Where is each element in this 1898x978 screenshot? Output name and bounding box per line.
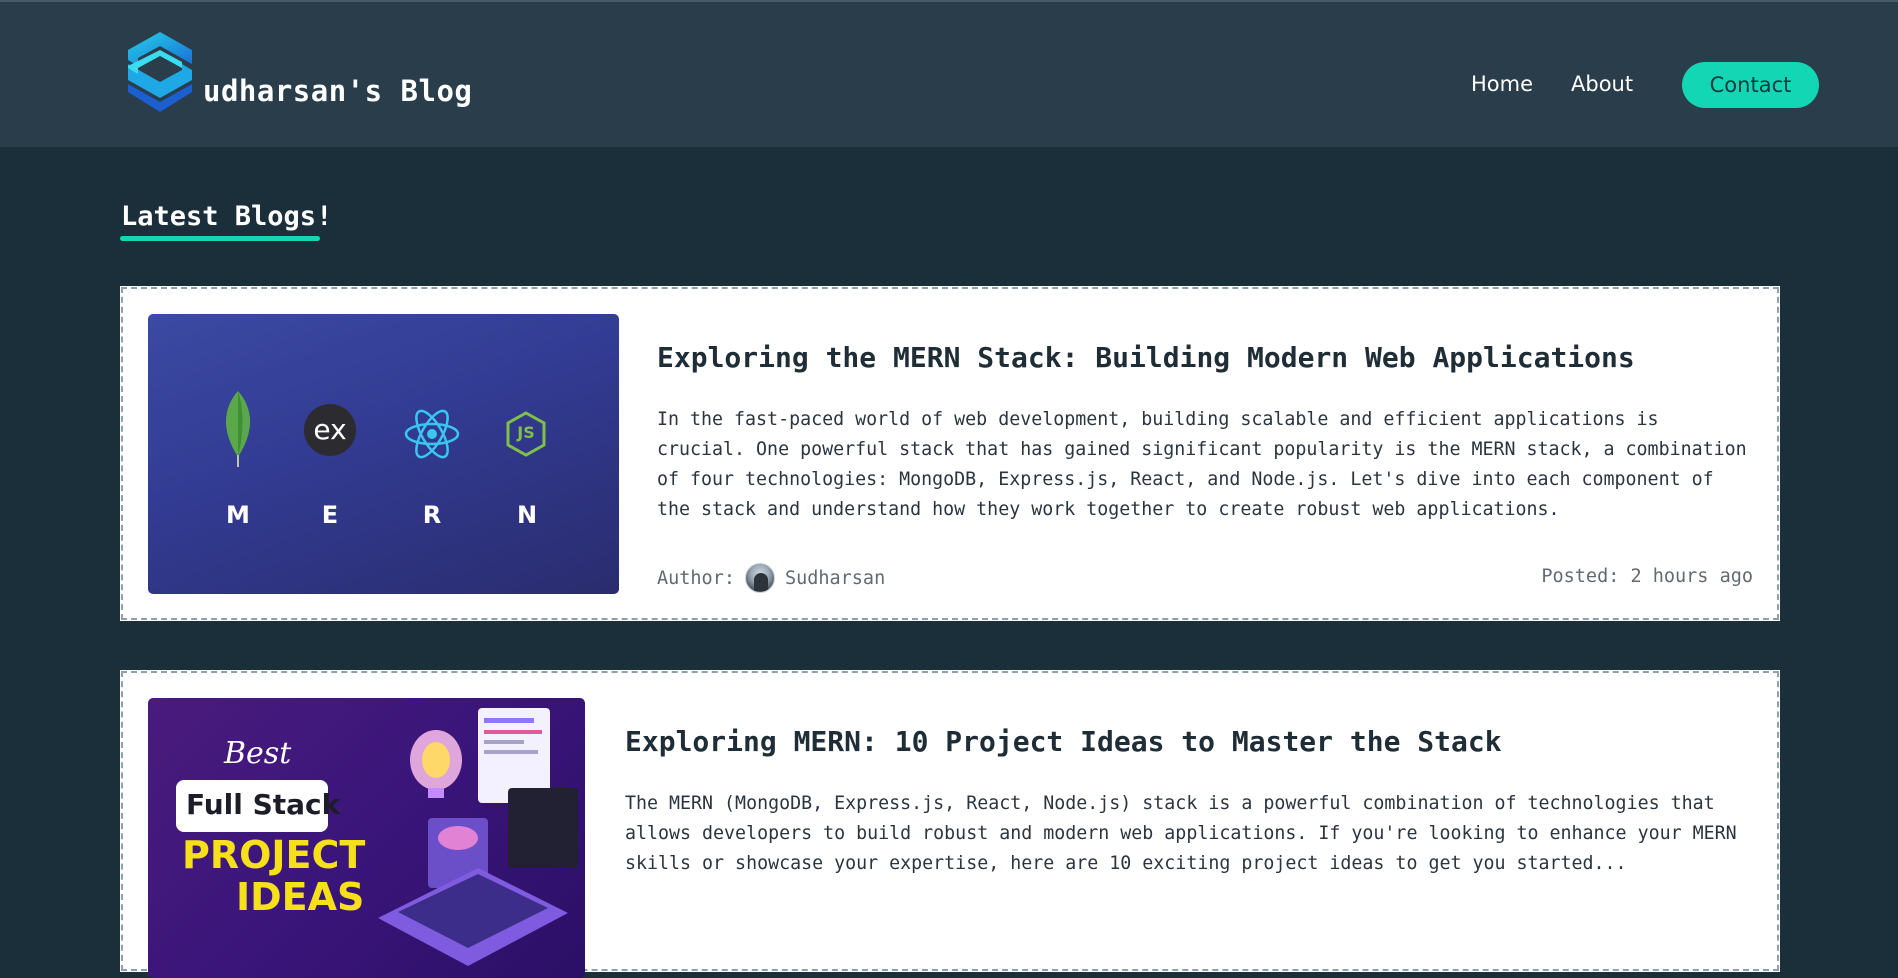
express-icon-text: ex	[313, 413, 347, 446]
letter-e: E	[321, 501, 339, 529]
nodejs-logo: JS N	[505, 411, 546, 529]
thumb-text-full-stack: Full Stack	[186, 788, 341, 821]
post-thumbnail-project-ideas[interactable]: Best Full Stack PROJECT IDEAS	[148, 698, 585, 978]
thumb-text-ideas: IDEAS	[236, 875, 365, 919]
thumb-text-project: PROJECT	[182, 833, 366, 877]
react-atom-icon	[404, 409, 460, 459]
letter-m: M	[226, 501, 250, 529]
blog-card[interactable]: M ex E R JS N Exploring the MERN Stack: …	[120, 286, 1780, 621]
react-logo: R	[404, 406, 460, 529]
express-logo: ex E	[304, 404, 356, 529]
post-thumbnail-mern[interactable]: M ex E R JS N	[148, 314, 619, 594]
nodejs-icon-text: JS	[517, 423, 535, 442]
letter-r: R	[422, 501, 442, 529]
author-label: Author:	[657, 567, 735, 589]
post-title[interactable]: Exploring MERN: 10 Project Ideas to Mast…	[625, 725, 1502, 758]
post-excerpt: The MERN (MongoDB, Express.js, React, No…	[625, 793, 1737, 874]
post-title[interactable]: Exploring the MERN Stack: Building Moder…	[657, 341, 1635, 374]
author-name[interactable]: Sudharsan	[785, 568, 885, 589]
nav-home-link[interactable]: Home	[1471, 72, 1533, 96]
section-title-underline	[120, 236, 320, 241]
nav-about-link[interactable]: About	[1571, 72, 1633, 96]
post-timestamp: Posted: 2 hours ago	[1541, 566, 1753, 587]
mongodb-leaf-icon	[225, 391, 251, 467]
post-excerpt: In the fast-paced world of web developme…	[657, 409, 1747, 520]
thumb-text-best: Best	[224, 736, 292, 771]
section-title: Latest Blogs!	[121, 201, 333, 232]
mongodb-logo: M	[218, 389, 258, 529]
post-author: Author: Sudharsan	[657, 563, 885, 593]
author-avatar	[744, 563, 775, 593]
laptop-bulb-illustration	[378, 708, 578, 966]
site-header: udharsan's Blog Home About Contact	[0, 2, 1898, 147]
main-nav: Home About Contact	[0, 60, 1898, 108]
nav-contact-button[interactable]: Contact	[1682, 62, 1819, 108]
blog-card[interactable]: Best Full Stack PROJECT IDEAS Exploring …	[120, 670, 1780, 978]
letter-n: N	[516, 501, 538, 529]
